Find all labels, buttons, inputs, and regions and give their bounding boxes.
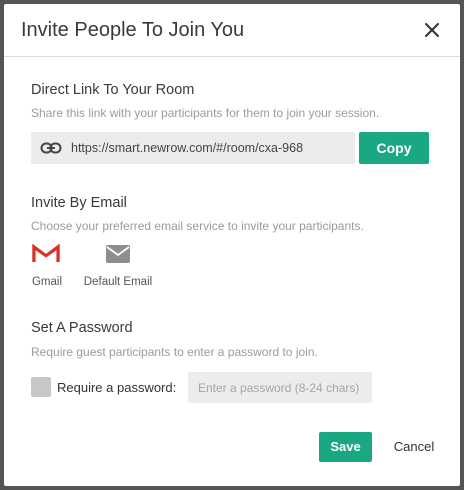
- dialog-header: Invite People To Join You: [4, 4, 460, 57]
- close-icon[interactable]: [422, 20, 442, 40]
- room-link-field[interactable]: https://smart.newrow.com/#/room/cxa-968: [31, 132, 355, 164]
- invite-dialog: Invite People To Join You Direct Link To…: [4, 4, 460, 486]
- dialog-title: Invite People To Join You: [21, 19, 245, 41]
- invite-email-heading: Invite By Email: [31, 195, 127, 211]
- direct-link-description: Share this link with your participants f…: [31, 106, 380, 120]
- save-button[interactable]: Save: [319, 432, 372, 462]
- envelope-icon: [105, 244, 131, 264]
- require-password-label: Require a password:: [57, 380, 177, 395]
- require-password-checkbox[interactable]: [31, 377, 51, 397]
- password-input[interactable]: [188, 372, 372, 403]
- password-description: Require guest participants to enter a pa…: [31, 345, 318, 359]
- copy-button[interactable]: Copy: [359, 132, 429, 164]
- direct-link-heading: Direct Link To Your Room: [31, 82, 195, 98]
- cancel-button[interactable]: Cancel: [388, 432, 440, 462]
- link-icon: [40, 141, 62, 155]
- gmail-label: Gmail: [31, 276, 63, 288]
- gmail-option[interactable]: Gmail: [31, 243, 63, 288]
- default-email-option[interactable]: Default Email: [82, 244, 154, 288]
- gmail-icon: [32, 243, 60, 264]
- invite-email-description: Choose your preferred email service to i…: [31, 219, 364, 233]
- default-email-label: Default Email: [83, 276, 153, 288]
- password-heading: Set A Password: [31, 320, 133, 336]
- room-link-url: https://smart.newrow.com/#/room/cxa-968: [71, 141, 304, 155]
